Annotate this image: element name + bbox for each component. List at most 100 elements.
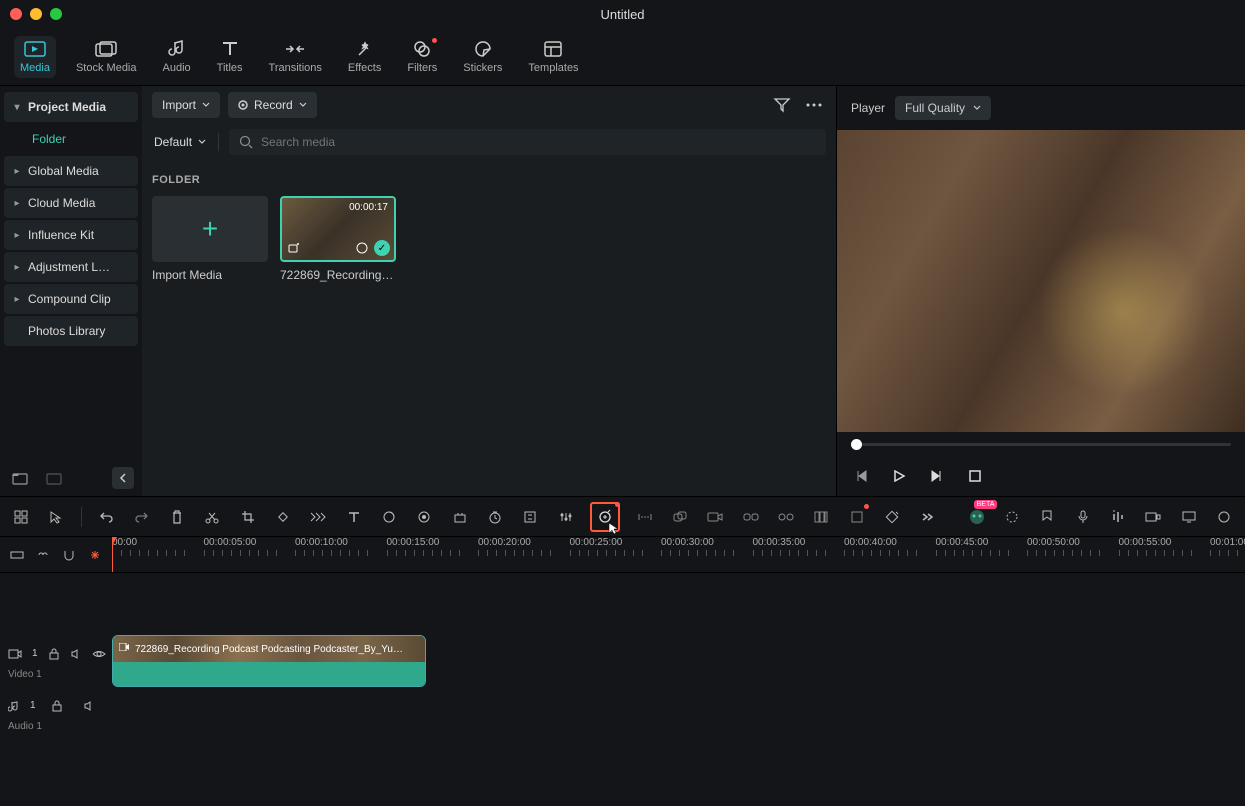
tab-audio[interactable]: Audio [157,36,197,78]
mark-button[interactable] [846,506,867,528]
filters-icon [411,40,433,58]
layout-button[interactable] [10,506,31,528]
audio-track-label: Audio 1 [8,721,104,732]
adjust-button[interactable] [555,506,576,528]
video-preview[interactable] [837,130,1245,432]
duration-button[interactable] [484,506,505,528]
video-track-row: 1 Video 1 722869_Recording Podcast Podca… [0,633,1245,689]
sidebar-item-project-media[interactable]: ▾ Project Media [4,92,138,122]
stickers-icon [472,40,494,58]
link-button[interactable] [740,506,761,528]
new-folder-button[interactable] [8,466,32,490]
lock-track-button[interactable] [48,643,60,665]
ai-assistant-button[interactable]: BETA [966,506,987,528]
speed-button[interactable] [308,506,329,528]
scrub-thumb[interactable] [851,439,862,450]
enhance-button[interactable] [881,506,902,528]
tab-stickers[interactable]: Stickers [457,36,508,78]
sidebar-subitem-folder[interactable]: Folder [4,124,138,154]
close-window-button[interactable] [10,8,22,20]
crop-button[interactable] [237,506,258,528]
tab-titles[interactable]: Titles [211,36,249,78]
media-clip-tile[interactable]: 00:00:17 ✓ 722869_Recording P… [280,196,396,282]
hide-track-button[interactable] [92,643,106,665]
range-button[interactable] [634,506,655,528]
auto-ripple-button[interactable] [86,544,104,566]
expand-arrow-icon: ▸ [12,166,22,177]
delete-button[interactable] [166,506,187,528]
split-button[interactable] [202,506,223,528]
play-button[interactable] [889,466,909,486]
playhead[interactable] [112,537,113,572]
link-clips-button[interactable] [34,544,52,566]
display-button[interactable] [1178,506,1199,528]
detach-audio-button[interactable] [775,506,796,528]
search-input[interactable] [261,135,816,149]
sidebar-item-cloud-media[interactable]: ▸ Cloud Media [4,188,138,218]
minimize-window-button[interactable] [30,8,42,20]
tab-transitions[interactable]: Transitions [263,36,328,78]
top-tabs: Media Stock Media Audio Titles Transitio… [0,28,1245,86]
camera-button[interactable] [705,506,726,528]
beta-badge: BETA [974,500,998,509]
player-title: Player [851,101,885,115]
import-media-tile[interactable]: + Import Media [152,196,268,282]
tab-filters[interactable]: Filters [401,36,443,78]
timeline-ruler[interactable]: 00:0000:00:05:0000:00:10:0000:00:15:0000… [112,537,1245,572]
lock-track-button[interactable] [46,695,68,717]
mute-track-button[interactable] [78,695,100,717]
filter-button[interactable] [770,93,794,117]
notification-dot [864,504,869,509]
sidebar-item-photos-library[interactable]: ▸ Photos Library [4,316,138,346]
settings-button[interactable] [1213,506,1234,528]
maximize-window-button[interactable] [50,8,62,20]
timeline-clip[interactable]: 722869_Recording Podcast Podcasting Podc… [112,635,426,687]
tab-media[interactable]: Media [14,36,56,78]
sidebar-item-influence-kit[interactable]: ▸ Influence Kit [4,220,138,250]
record-button[interactable]: Record [228,92,317,118]
sidebar-item-global-media[interactable]: ▸ Global Media [4,156,138,186]
undo-button[interactable] [96,506,117,528]
tab-templates[interactable]: Templates [522,36,584,78]
more-tools-button[interactable] [917,506,938,528]
snapshot-button[interactable] [1143,506,1164,528]
check-icon: ✓ [374,240,390,256]
stop-button[interactable] [965,466,985,486]
step-back-button[interactable] [851,466,871,486]
rotate-button[interactable] [272,506,293,528]
ruler-tick: 00:00:05:00 [204,537,277,572]
audio-mixer-button[interactable] [1107,506,1128,528]
voiceover-button[interactable] [1072,506,1093,528]
tab-stock-media[interactable]: Stock Media [70,36,143,78]
render-button[interactable] [1001,506,1022,528]
auto-reframe-button[interactable] [520,506,541,528]
caption-button[interactable] [449,506,470,528]
quality-select[interactable]: Full Quality [895,96,991,120]
select-tool-button[interactable] [45,506,66,528]
ruler-tick: 00:00:30:00 [661,537,734,572]
preview-icon[interactable] [354,240,370,256]
scrubber[interactable] [837,432,1245,456]
more-options-button[interactable] [802,93,826,117]
magnetic-button[interactable] [60,544,78,566]
sidebar-item-compound-clip[interactable]: ▸ Compound Clip [4,284,138,314]
redo-button[interactable] [131,506,152,528]
freeze-button[interactable] [811,506,832,528]
sort-button[interactable]: Default [152,131,208,153]
text-button[interactable] [343,506,364,528]
zoom-button[interactable] [8,544,26,566]
step-forward-button[interactable] [927,466,947,486]
collapse-sidebar-button[interactable] [112,467,134,489]
color-button[interactable] [378,506,399,528]
mute-track-button[interactable] [70,643,82,665]
group-button[interactable] [669,506,690,528]
sidebar-item-adjustment-layer[interactable]: ▸ Adjustment L… [4,252,138,282]
add-to-timeline-icon[interactable] [286,240,302,256]
marker-button[interactable] [1037,506,1058,528]
import-button[interactable]: Import [152,92,220,118]
audio-track-row: 1 Audio 1 [0,689,1245,737]
delete-folder-button[interactable] [42,466,66,490]
keyframe-button[interactable] [414,506,435,528]
ai-tool-button[interactable] [590,502,619,532]
tab-effects[interactable]: Effects [342,36,387,78]
